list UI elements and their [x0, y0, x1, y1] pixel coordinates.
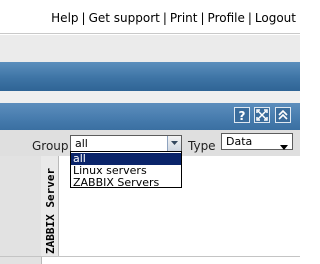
table-divider: [0, 256, 300, 257]
group-dropdown-list[interactable]: all Linux servers ZABBIX Servers: [70, 151, 182, 189]
column-header-label: ZABBIX Server: [44, 167, 57, 254]
spacer: [0, 91, 300, 103]
group-label: Group: [32, 139, 69, 153]
table-row-header-column: [0, 156, 42, 264]
divider: [0, 33, 300, 34]
help-link[interactable]: Help: [51, 11, 78, 25]
logout-link[interactable]: Logout: [255, 11, 296, 25]
chevron-down-icon[interactable]: [280, 140, 288, 153]
group-select-value: all: [75, 137, 88, 150]
link-separator: |: [162, 11, 167, 25]
top-links: Help | Get support | Print | Profile | Logout: [51, 11, 296, 25]
collapse-icon[interactable]: [275, 107, 291, 123]
link-separator: |: [200, 11, 205, 25]
link-separator: |: [247, 11, 252, 25]
main-menu-area: [0, 35, 300, 62]
sub-menu-bar: [0, 62, 300, 91]
top-links-bar: Help | Get support | Print | Profile | Logout: [0, 0, 300, 34]
widget-header-bar: ?: [0, 103, 300, 130]
svg-text:?: ?: [239, 109, 246, 122]
type-select[interactable]: Data: [221, 133, 293, 150]
print-link[interactable]: Print: [170, 11, 198, 25]
type-label: Type: [188, 139, 216, 153]
dropdown-option-zabbix-servers[interactable]: ZABBIX Servers: [71, 177, 181, 189]
fullscreen-icon[interactable]: [254, 107, 270, 123]
type-select-value: Data: [226, 135, 253, 148]
link-separator: |: [81, 11, 86, 25]
chevron-down-icon[interactable]: [167, 136, 181, 151]
get-support-link[interactable]: Get support: [89, 11, 160, 25]
group-select[interactable]: all: [70, 135, 182, 152]
help-icon[interactable]: ?: [234, 107, 250, 123]
profile-link[interactable]: Profile: [208, 11, 245, 25]
